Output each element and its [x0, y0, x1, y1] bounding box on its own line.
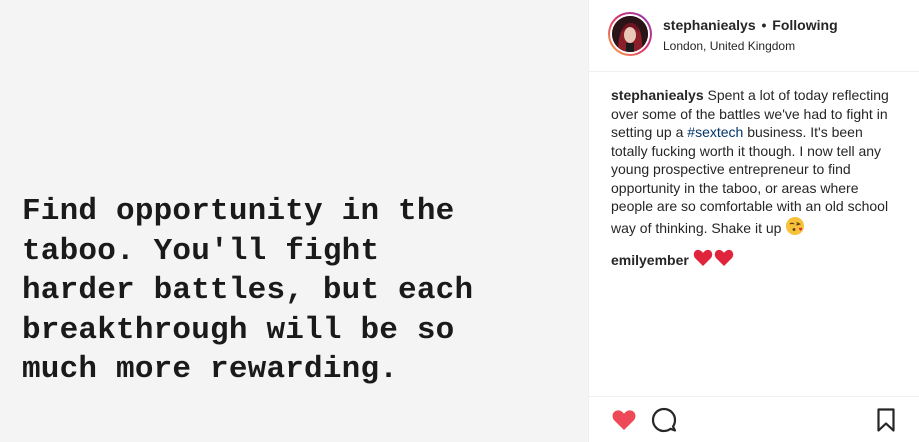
speech-bubble-icon [651, 407, 677, 433]
avatar-image [612, 16, 648, 52]
like-button[interactable] [611, 407, 637, 433]
save-button[interactable] [873, 407, 899, 433]
heart-icon [612, 410, 636, 430]
comment-item: emilyember [611, 248, 903, 273]
quote-text: Find opportunity in the taboo. You'll fi… [22, 192, 582, 390]
post-image[interactable]: Find opportunity in the taboo. You'll fi… [0, 0, 588, 442]
quote-line: harder battles, but each [22, 273, 474, 308]
caption: stephaniealys Spent a lot of today refle… [611, 86, 903, 240]
action-bar [589, 396, 919, 442]
quote-line: much more rewarding. [22, 352, 399, 387]
following-button[interactable]: Following [772, 17, 837, 33]
location-link[interactable]: London, United Kingdom [663, 39, 795, 53]
avatar[interactable] [612, 16, 648, 52]
kissing-face-emoji-icon [785, 216, 805, 241]
quote-line: breakthrough will be so [22, 312, 455, 348]
comments-section: stephaniealys Spent a lot of today refle… [611, 86, 903, 281]
story-ring[interactable] [608, 12, 652, 56]
comment-button[interactable] [651, 407, 677, 433]
comment-username[interactable]: emilyember [611, 252, 689, 268]
instagram-post: Find opportunity in the taboo. You'll fi… [0, 0, 919, 442]
quote-line: Find opportunity in the [22, 194, 455, 229]
post-sidebar: stephaniealys • Following London, United… [588, 0, 919, 442]
username-link[interactable]: stephaniealys [663, 17, 756, 33]
hashtag-link[interactable]: #sextech [687, 124, 743, 140]
separator-dot: • [761, 17, 767, 33]
two-hearts-emoji-icon [693, 248, 735, 273]
bookmark-icon [877, 408, 895, 432]
header-user-line: stephaniealys • Following [663, 17, 838, 33]
avatar-frame [610, 14, 650, 54]
quote-line: taboo. You'll fight [22, 233, 380, 269]
post-header: stephaniealys • Following London, United… [589, 0, 919, 72]
caption-text-part: business. It's been totally fucking wort… [611, 124, 889, 236]
caption-username[interactable]: stephaniealys [611, 87, 704, 103]
